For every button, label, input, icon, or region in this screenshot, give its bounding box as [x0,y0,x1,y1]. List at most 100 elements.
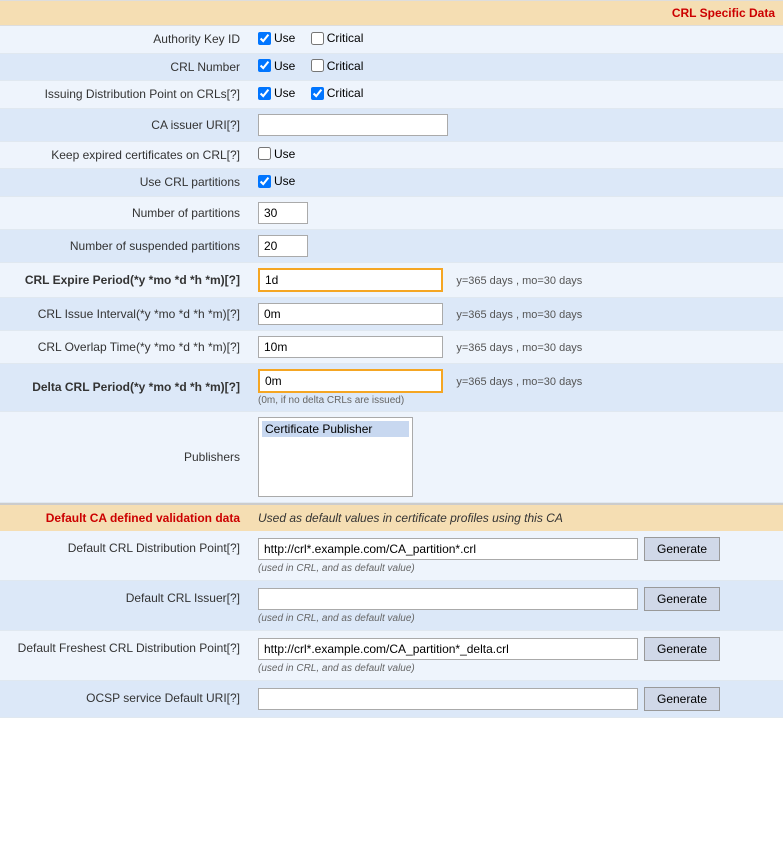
delta-crl-period-value: y=365 days , mo=30 days (0m, if no delta… [250,363,783,411]
issuing-dist-use-label[interactable]: Use [258,86,295,100]
default-crl-dist-hint: (used in CRL, and as default value) [258,563,775,574]
default-crl-dist-label: Default CRL Distribution Point[?] [0,531,250,581]
default-freshest-crl-hint: (used in CRL, and as default value) [258,663,775,674]
use-crl-partitions-checkbox[interactable] [258,175,271,188]
crl-specific-header: CRL Specific Data [0,0,783,26]
publishers-row: Publishers Certificate Publisher [0,411,783,502]
default-freshest-crl-generate-button[interactable]: Generate [644,637,720,661]
issuing-dist-critical-label[interactable]: Critical [311,86,364,100]
crl-specific-title: CRL Specific Data [672,6,775,20]
keep-expired-use-label[interactable]: Use [258,147,295,161]
keep-expired-row: Keep expired certificates on CRL[?] Use [0,141,783,169]
ca-issuer-uri-input[interactable] [258,114,448,136]
num-partitions-value [250,196,783,229]
default-crl-issuer-value: Generate (used in CRL, and as default va… [250,580,783,630]
publishers-label: Publishers [0,411,250,502]
crl-number-use-label[interactable]: Use [258,59,295,73]
keep-expired-use-checkbox[interactable] [258,147,271,160]
authority-key-use-label[interactable]: Use [258,31,295,45]
ca-issuer-uri-label: CA issuer URI[?] [0,108,250,141]
use-crl-partitions-row: Use CRL partitions Use [0,169,783,197]
use-crl-partitions-value: Use [250,169,783,197]
crl-specific-table: Authority Key ID Use Critical CRL Number… [0,26,783,503]
num-suspended-row: Number of suspended partitions [0,229,783,262]
authority-key-use-checkbox[interactable] [258,32,271,45]
authority-key-id-row: Authority Key ID Use Critical [0,26,783,53]
default-ca-header-table: Default CA defined validation data Used … [0,503,783,531]
crl-expire-period-row: CRL Expire Period(*y *mo *d *h *m)[?] y=… [0,262,783,297]
issuing-dist-critical-checkbox[interactable] [311,87,324,100]
issuing-dist-point-row: Issuing Distribution Point on CRLs[?] Us… [0,81,783,109]
authority-key-id-label: Authority Key ID [0,26,250,53]
crl-overlap-time-label: CRL Overlap Time(*y *mo *d *h *m)[?] [0,330,250,363]
ocsp-service-uri-generate-button[interactable]: Generate [644,687,720,711]
keep-expired-label: Keep expired certificates on CRL[?] [0,141,250,169]
crl-expire-period-label: CRL Expire Period(*y *mo *d *h *m)[?] [0,262,250,297]
default-crl-issuer-hint: (used in CRL, and as default value) [258,613,775,624]
crl-overlap-time-row: CRL Overlap Time(*y *mo *d *h *m)[?] y=3… [0,330,783,363]
num-partitions-row: Number of partitions [0,196,783,229]
default-freshest-crl-input[interactable] [258,638,638,660]
ocsp-service-uri-input[interactable] [258,688,638,710]
default-crl-issuer-generate-button[interactable]: Generate [644,587,720,611]
ca-issuer-uri-row: CA issuer URI[?] [0,108,783,141]
issuing-dist-point-value: Use Critical [250,81,783,109]
crl-number-critical-checkbox[interactable] [311,59,324,72]
default-crl-dist-row: Default CRL Distribution Point[?] Genera… [0,531,783,581]
crl-number-label: CRL Number [0,53,250,81]
delta-crl-period-row: Delta CRL Period(*y *mo *d *h *m)[?] y=3… [0,363,783,411]
keep-expired-value: Use [250,141,783,169]
crl-issue-interval-label: CRL Issue Interval(*y *mo *d *h *m)[?] [0,297,250,330]
num-partitions-label: Number of partitions [0,196,250,229]
publishers-value: Certificate Publisher [250,411,783,502]
default-crl-issuer-row: Default CRL Issuer[?] Generate (used in … [0,580,783,630]
default-freshest-crl-row: Default Freshest CRL Distribution Point[… [0,630,783,680]
default-crl-issuer-label: Default CRL Issuer[?] [0,580,250,630]
default-ca-header-desc: Used as default values in certificate pr… [250,504,783,531]
default-ca-header-label: Default CA defined validation data [0,504,250,531]
crl-issue-interval-row: CRL Issue Interval(*y *mo *d *h *m)[?] y… [0,297,783,330]
authority-key-critical-checkbox[interactable] [311,32,324,45]
delta-crl-period-hint: y=365 days , mo=30 days [456,376,582,388]
delta-crl-period-label: Delta CRL Period(*y *mo *d *h *m)[?] [0,363,250,411]
use-crl-partitions-label: Use CRL partitions [0,169,250,197]
num-partitions-input[interactable] [258,202,308,224]
issuing-dist-point-label: Issuing Distribution Point on CRLs[?] [0,81,250,109]
default-freshest-crl-label: Default Freshest CRL Distribution Point[… [0,630,250,680]
crl-overlap-time-hint: y=365 days , mo=30 days [456,342,582,354]
crl-expire-period-input[interactable] [258,268,443,292]
crl-expire-period-value: y=365 days , mo=30 days [250,262,783,297]
delta-crl-period-input[interactable] [258,369,443,393]
publisher-item[interactable]: Certificate Publisher [262,421,409,437]
default-crl-dist-input[interactable] [258,538,638,560]
ca-issuer-uri-value [250,108,783,141]
num-suspended-label: Number of suspended partitions [0,229,250,262]
default-ca-header-row: Default CA defined validation data Used … [0,504,783,531]
authority-key-critical-label[interactable]: Critical [311,31,364,45]
default-crl-dist-generate-button[interactable]: Generate [644,537,720,561]
num-suspended-value [250,229,783,262]
crl-number-use-checkbox[interactable] [258,59,271,72]
crl-issue-interval-input[interactable] [258,303,443,325]
crl-number-value: Use Critical [250,53,783,81]
crl-expire-period-hint: y=365 days , mo=30 days [456,275,582,287]
crl-issue-interval-value: y=365 days , mo=30 days [250,297,783,330]
publishers-list[interactable]: Certificate Publisher [258,417,413,497]
delta-crl-period-sub-hint: (0m, if no delta CRLs are issued) [258,395,775,406]
issuing-dist-use-checkbox[interactable] [258,87,271,100]
num-suspended-input[interactable] [258,235,308,257]
use-crl-partitions-use-label[interactable]: Use [258,174,295,188]
default-ca-table: Default CRL Distribution Point[?] Genera… [0,531,783,718]
ocsp-service-uri-row: OCSP service Default URI[?] Generate [0,680,783,717]
default-crl-dist-value: Generate (used in CRL, and as default va… [250,531,783,581]
crl-issue-interval-hint: y=365 days , mo=30 days [456,309,582,321]
ocsp-service-uri-value: Generate [250,680,783,717]
default-freshest-crl-value: Generate (used in CRL, and as default va… [250,630,783,680]
crl-overlap-time-value: y=365 days , mo=30 days [250,330,783,363]
authority-key-id-value: Use Critical [250,26,783,53]
crl-number-row: CRL Number Use Critical [0,53,783,81]
default-crl-issuer-input[interactable] [258,588,638,610]
ocsp-service-uri-label: OCSP service Default URI[?] [0,680,250,717]
crl-overlap-time-input[interactable] [258,336,443,358]
crl-number-critical-label[interactable]: Critical [311,59,364,73]
